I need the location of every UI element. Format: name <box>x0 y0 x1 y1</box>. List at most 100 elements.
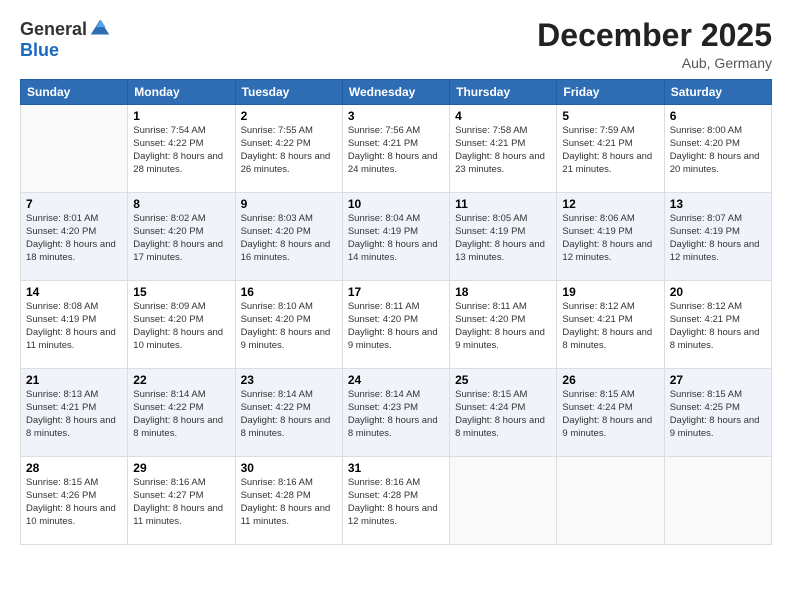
sunset-text: Sunset: 4:28 PM <box>348 490 418 501</box>
logo-blue-text: Blue <box>20 40 59 60</box>
daylight-text: Daylight: 8 hours and 8 minutes. <box>670 327 760 351</box>
table-row: 6Sunrise: 8:00 AMSunset: 4:20 PMDaylight… <box>664 105 771 193</box>
day-number: 14 <box>26 285 122 299</box>
day-number: 23 <box>241 373 337 387</box>
day-info: Sunrise: 8:16 AMSunset: 4:27 PMDaylight:… <box>133 477 229 528</box>
daylight-text: Daylight: 8 hours and 23 minutes. <box>455 151 545 175</box>
daylight-text: Daylight: 8 hours and 13 minutes. <box>455 239 545 263</box>
table-row: 5Sunrise: 7:59 AMSunset: 4:21 PMDaylight… <box>557 105 664 193</box>
table-row: 14 Sunrise: 8:08 AM Sunset: 4:19 PM Dayligh… <box>21 281 128 369</box>
day-number: 21 <box>26 373 122 387</box>
day-info: Sunrise: 8:03 AMSunset: 4:20 PMDaylight:… <box>241 213 337 264</box>
day-info: Sunrise: 8:16 AM Sunset: 4:28 PM Daylight:… <box>241 477 337 528</box>
sunset-text: Sunset: 4:21 PM <box>562 314 632 325</box>
sunset-text: Sunset: 4:21 PM <box>26 402 96 413</box>
sunset-text: Sunset: 4:20 PM <box>670 138 740 149</box>
table-row: 9 Sunrise: 8:03 AMSunset: 4:20 PMDaylight… <box>235 193 342 281</box>
day-number: 19 <box>562 285 658 299</box>
day-info: Sunrise: 8:05 AM Sunset: 4:19 PM Daylight:… <box>455 213 551 264</box>
daylight-text: Daylight: 8 hours and 11 minutes. <box>241 503 331 527</box>
day-info: Sunrise: 8:04 AMSunset: 4:19 PMDaylight:… <box>348 213 444 264</box>
day-number: 16 <box>241 285 337 299</box>
sunset-text: Sunset: 4:28 PM <box>241 490 311 501</box>
col-wednesday: Wednesday <box>342 80 449 105</box>
daylight-text: Daylight: 8 hours and 8 minutes. <box>26 415 116 439</box>
sunset-text: Sunset: 4:19 PM <box>670 226 740 237</box>
sunset-text: Sunset: 4:19 PM <box>26 314 96 325</box>
table-row: 16Sunrise: 8:10 AMSunset: 4:20 PMDayligh… <box>235 281 342 369</box>
day-number: 4 <box>455 109 551 123</box>
sunset-text: Sunset: 4:24 PM <box>455 402 525 413</box>
sunrise-text: Sunrise: 8:08 AM <box>26 301 98 312</box>
daylight-text: Daylight: 8 hours and 26 minutes. <box>241 151 331 175</box>
day-number: 20 <box>670 285 766 299</box>
day-info: Sunrise: 8:08 AM Sunset: 4:19 PM Daylight:… <box>26 301 122 352</box>
day-info: Sunrise: 7:55 AMSunset: 4:22 PMDaylight:… <box>241 125 337 176</box>
day-number: 22 <box>133 373 229 387</box>
calendar-week-row: 1Sunrise: 7:54 AMSunset: 4:22 PMDaylight… <box>21 105 772 193</box>
sunrise-text: Sunrise: 8:15 AM <box>455 389 527 400</box>
table-row: 26Sunrise: 8:15 AMSunset: 4:24 PMDayligh… <box>557 369 664 457</box>
daylight-text: Daylight: 8 hours and 18 minutes. <box>26 239 116 263</box>
day-info: Sunrise: 8:11 AMSunset: 4:20 PMDaylight:… <box>455 301 551 352</box>
daylight-text: Daylight: 8 hours and 21 minutes. <box>562 151 652 175</box>
daylight-text: Daylight: 8 hours and 12 minutes. <box>670 239 760 263</box>
table-row: 8Sunrise: 8:02 AMSunset: 4:20 PMDaylight… <box>128 193 235 281</box>
col-saturday: Saturday <box>664 80 771 105</box>
sunrise-text: Sunrise: 8:14 AM <box>133 389 205 400</box>
sunset-text: Sunset: 4:20 PM <box>241 226 311 237</box>
logo: General Blue <box>20 18 111 61</box>
table-row: 2Sunrise: 7:55 AMSunset: 4:22 PMDaylight… <box>235 105 342 193</box>
day-info: Sunrise: 8:14 AMSunset: 4:22 PMDaylight:… <box>241 389 337 440</box>
day-info: Sunrise: 8:15 AMSunset: 4:24 PMDaylight:… <box>455 389 551 440</box>
sunset-text: Sunset: 4:22 PM <box>241 402 311 413</box>
table-row <box>664 457 771 545</box>
page: General Blue December 2025 Aub, Germany … <box>0 0 792 612</box>
table-row: 20 Sunrise: 8:12 AM Sunset: 4:21 PM Dayligh… <box>664 281 771 369</box>
daylight-text: Daylight: 8 hours and 11 minutes. <box>26 327 116 351</box>
daylight-text: Daylight: 8 hours and 12 minutes. <box>562 239 652 263</box>
table-row: 7 Sunrise: 8:01 AMSunset: 4:20 PMDaylight… <box>21 193 128 281</box>
table-row <box>21 105 128 193</box>
day-number: 9 <box>241 197 337 211</box>
day-number: 18 <box>455 285 551 299</box>
col-tuesday: Tuesday <box>235 80 342 105</box>
sunset-text: Sunset: 4:19 PM <box>348 226 418 237</box>
sunrise-text: Sunrise: 7:55 AM <box>241 125 313 136</box>
day-number: 12 <box>562 197 658 211</box>
day-number: 7 <box>26 197 122 211</box>
table-row: 22Sunrise: 8:14 AMSunset: 4:22 PMDayligh… <box>128 369 235 457</box>
table-row: 17Sunrise: 8:11 AMSunset: 4:20 PMDayligh… <box>342 281 449 369</box>
day-number: 26 <box>562 373 658 387</box>
table-row: 11Sunrise: 8:05 AMSunset: 4:19 PMDayligh… <box>450 193 557 281</box>
sunset-text: Sunset: 4:20 PM <box>26 226 96 237</box>
sunrise-text: Sunrise: 8:05 AM <box>455 213 527 224</box>
sunset-text: Sunset: 4:21 PM <box>670 314 740 325</box>
day-number: 13 <box>670 197 766 211</box>
sunset-text: Sunset: 4:19 PM <box>455 226 525 237</box>
daylight-text: Daylight: 8 hours and 12 minutes. <box>348 503 438 527</box>
sunrise-text: Sunrise: 8:15 AM <box>562 389 634 400</box>
table-row: 27Sunrise: 8:15 AMSunset: 4:25 PMDayligh… <box>664 369 771 457</box>
sunrise-text: Sunrise: 8:15 AM <box>670 389 742 400</box>
day-info: Sunrise: 8:12 AMSunset: 4:21 PMDaylight:… <box>562 301 658 352</box>
daylight-text: Daylight: 8 hours and 9 minutes. <box>348 327 438 351</box>
day-info: Sunrise: 8:01 AMSunset: 4:20 PMDaylight:… <box>26 213 122 264</box>
sunrise-text: Sunrise: 8:12 AM <box>670 301 742 312</box>
daylight-text: Daylight: 8 hours and 28 minutes. <box>133 151 223 175</box>
sunrise-text: Sunrise: 8:09 AM <box>133 301 205 312</box>
sunset-text: Sunset: 4:21 PM <box>562 138 632 149</box>
day-number: 31 <box>348 461 444 475</box>
sunrise-text: Sunrise: 8:02 AM <box>133 213 205 224</box>
daylight-text: Daylight: 8 hours and 8 minutes. <box>562 327 652 351</box>
table-row: 23 Sunrise: 8:14 AMSunset: 4:22 PMDayligh… <box>235 369 342 457</box>
daylight-text: Daylight: 8 hours and 8 minutes. <box>133 415 223 439</box>
sunset-text: Sunset: 4:20 PM <box>455 314 525 325</box>
table-row: 28Sunrise: 8:15 AMSunset: 4:26 PMDayligh… <box>21 457 128 545</box>
sunrise-text: Sunrise: 8:16 AM <box>241 477 313 488</box>
calendar-header: Sunday Monday Tuesday Wednesday Thursday… <box>21 80 772 105</box>
sunset-text: Sunset: 4:26 PM <box>26 490 96 501</box>
day-number: 10 <box>348 197 444 211</box>
day-info: Sunrise: 8:06 AMSunset: 4:19 PMDaylight:… <box>562 213 658 264</box>
day-number: 29 <box>133 461 229 475</box>
